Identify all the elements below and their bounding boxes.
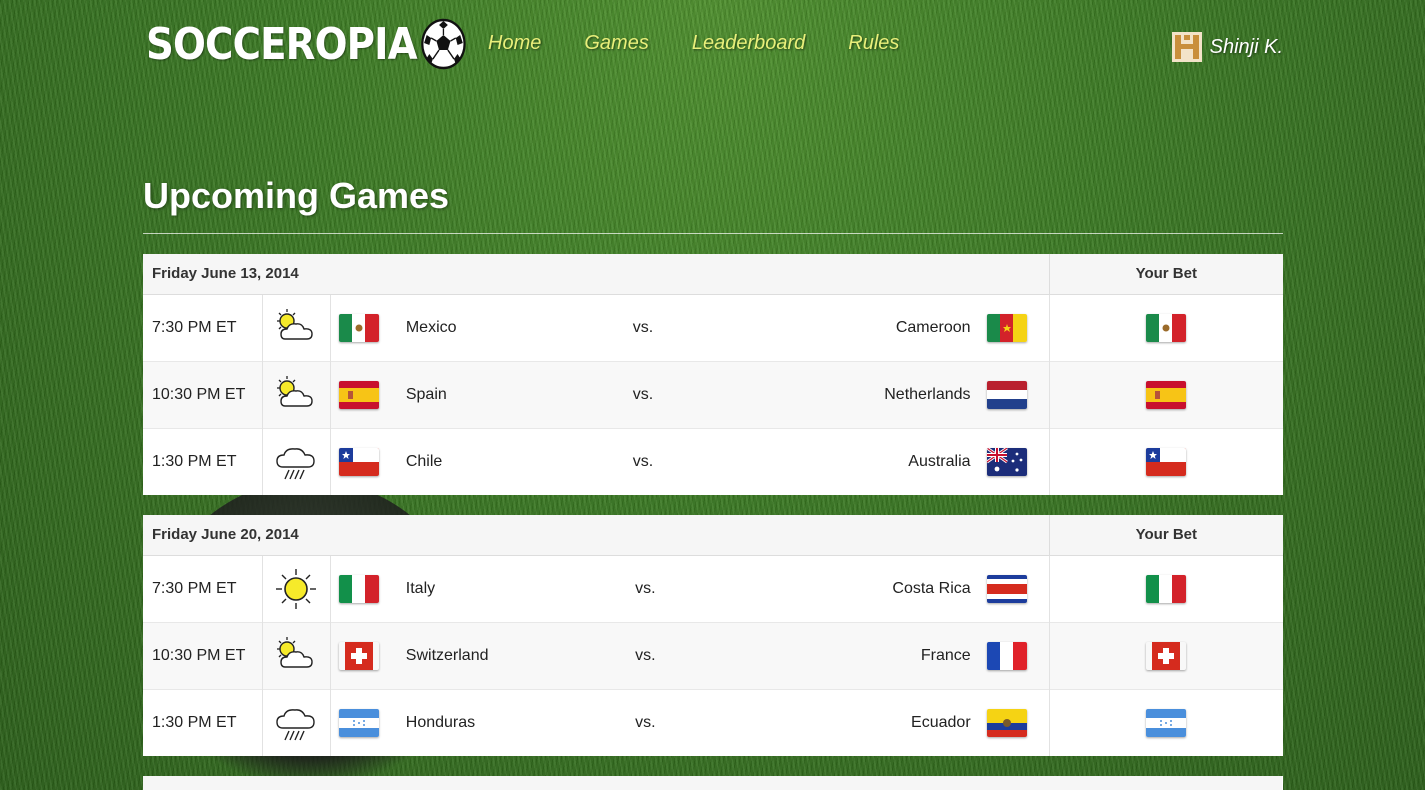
partly-cloudy-weather-icon (271, 303, 321, 353)
game-time: 7:30 PM ET (143, 293, 263, 361)
games-day-table: Friday June 13, 2014 Your Bet 7:30 PM ET… (143, 254, 1283, 495)
main-nav: Home Games Leaderboard Rules (488, 32, 899, 55)
game-row: 1:30 PM ET Chile vs. Australia (143, 427, 1283, 495)
italy-flag-icon[interactable] (339, 574, 380, 603)
partly-cloudy-weather-icon (271, 370, 321, 420)
home-flag-cell (330, 293, 390, 361)
bet-mexico-flag-icon[interactable] (1146, 313, 1187, 342)
versus-label: vs. (625, 360, 785, 428)
game-time: 10:30 PM ET (143, 621, 263, 689)
avatar (1171, 32, 1202, 62)
switzerland-flag-icon[interactable] (339, 641, 379, 670)
brand-logo[interactable]: SOCCEROPIA (146, 18, 466, 70)
your-bet-cell (1048, 554, 1283, 622)
chile-flag-icon[interactable] (339, 447, 380, 476)
bet-chile-flag-icon[interactable] (1146, 447, 1187, 476)
away-flag-cell (986, 688, 1050, 756)
france-flag-icon[interactable] (986, 641, 1027, 670)
bet-italy-flag-icon[interactable] (1146, 574, 1187, 603)
your-bet-header: Your Bet (1048, 254, 1283, 295)
home-flag-cell (330, 554, 390, 622)
versus-label: vs. (628, 688, 788, 756)
home-team[interactable]: Italy (389, 554, 629, 622)
home-flag-cell (330, 427, 390, 495)
game-time: 10:30 PM ET (143, 360, 263, 428)
ecuador-flag-icon[interactable] (986, 708, 1027, 737)
home-flag-cell (330, 688, 390, 756)
home-team[interactable]: Switzerland (389, 621, 629, 689)
away-flag-cell (986, 621, 1050, 689)
away-flag-cell (986, 293, 1050, 361)
versus-label: vs. (625, 427, 785, 495)
game-row: 10:30 PM ET Switzerland vs. France (143, 621, 1283, 689)
away-team[interactable]: Australia (784, 427, 987, 495)
home-team[interactable]: Spain (389, 360, 626, 428)
mexico-flag-icon[interactable] (339, 313, 380, 342)
your-bet-header: Your Bet (1048, 515, 1283, 556)
game-time: 7:30 PM ET (143, 554, 263, 622)
bet-switzerland-flag-icon[interactable] (1146, 641, 1186, 670)
game-row: 7:30 PM ET Italy vs. Costa Rica (143, 554, 1283, 622)
nav-leaderboard[interactable]: Leaderboard (692, 32, 805, 55)
game-time: 1:30 PM ET (143, 427, 263, 495)
brand-name: SOCCEROPIA (146, 18, 418, 70)
sunny-weather-icon (271, 564, 321, 614)
away-flag-cell (986, 427, 1050, 495)
versus-label: vs. (628, 554, 788, 622)
away-team[interactable]: Netherlands (784, 360, 987, 428)
day-date: Friday June 13, 2014 (143, 254, 1050, 295)
your-bet-cell (1048, 293, 1283, 361)
cameroon-flag-icon[interactable] (986, 313, 1027, 342)
home-flag-cell (330, 360, 390, 428)
day-date: Friday June 20, 2014 (143, 515, 1050, 556)
bet-spain-flag-icon[interactable] (1146, 380, 1187, 409)
your-bet-cell (1048, 360, 1283, 428)
australia-flag-icon[interactable] (986, 447, 1027, 476)
your-bet-cell (1048, 621, 1283, 689)
home-flag-cell (330, 621, 390, 689)
costa-rica-flag-icon[interactable] (986, 574, 1027, 603)
versus-label: vs. (625, 293, 785, 361)
user-menu[interactable]: Shinji K. (1171, 32, 1283, 62)
spain-flag-icon[interactable] (339, 380, 380, 409)
honduras-flag-icon[interactable] (339, 708, 380, 737)
netherlands-flag-icon[interactable] (986, 380, 1027, 409)
top-navbar: SOCCEROPIA Home Games Leaderboard Rules (0, 0, 1425, 90)
your-bet-cell (1048, 427, 1283, 495)
away-team[interactable]: Cameroon (784, 293, 987, 361)
home-team[interactable]: Chile (389, 427, 626, 495)
weather-cell (262, 427, 332, 495)
game-time: 1:30 PM ET (143, 688, 263, 756)
user-name: Shinji K. (1209, 35, 1283, 58)
game-row: 1:30 PM ET Honduras vs. Ecuador (143, 688, 1283, 756)
nav-rules[interactable]: Rules (848, 32, 899, 55)
away-team[interactable]: Costa Rica (787, 554, 987, 622)
home-team[interactable]: Mexico (389, 293, 626, 361)
versus-label: vs. (628, 621, 788, 689)
weather-cell (262, 554, 332, 622)
weather-cell (262, 688, 332, 756)
nav-home[interactable]: Home (488, 32, 541, 55)
weather-cell (262, 360, 332, 428)
soccer-ball-icon (420, 18, 466, 70)
partly-cloudy-weather-icon (271, 631, 321, 681)
game-row: 7:30 PM ET Mexico vs. Cameroon (143, 293, 1283, 361)
nav-games[interactable]: Games (584, 32, 648, 55)
your-bet-cell (1048, 688, 1283, 756)
title-divider (143, 233, 1283, 234)
away-team[interactable]: France (787, 621, 987, 689)
bet-honduras-flag-icon[interactable] (1146, 708, 1187, 737)
away-flag-cell (986, 554, 1050, 622)
games-day-table: Friday June 20, 2014 Your Bet 7:30 PM ET… (143, 515, 1283, 756)
rain-weather-icon (271, 437, 321, 487)
away-team[interactable]: Ecuador (787, 688, 987, 756)
home-team[interactable]: Honduras (389, 688, 629, 756)
game-row: 10:30 PM ET Spain vs. Netherlands (143, 360, 1283, 428)
next-day-table-partial (143, 776, 1283, 790)
weather-cell (262, 293, 332, 361)
away-flag-cell (986, 360, 1050, 428)
weather-cell (262, 621, 332, 689)
rain-weather-icon (271, 698, 321, 748)
page-title: Upcoming Games (143, 175, 450, 216)
